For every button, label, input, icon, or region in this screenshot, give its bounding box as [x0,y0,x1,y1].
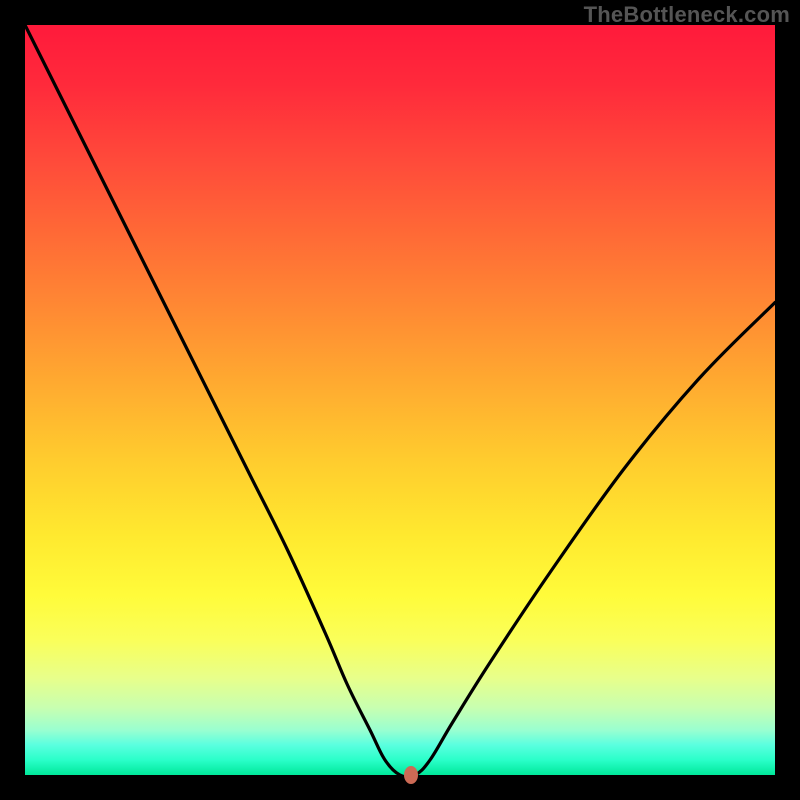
curve-path [25,25,775,777]
chart-frame: TheBottleneck.com [0,0,800,800]
plot-area [25,25,775,775]
bottleneck-curve [25,25,775,775]
watermark-text: TheBottleneck.com [584,2,790,28]
optimum-marker [404,766,418,784]
